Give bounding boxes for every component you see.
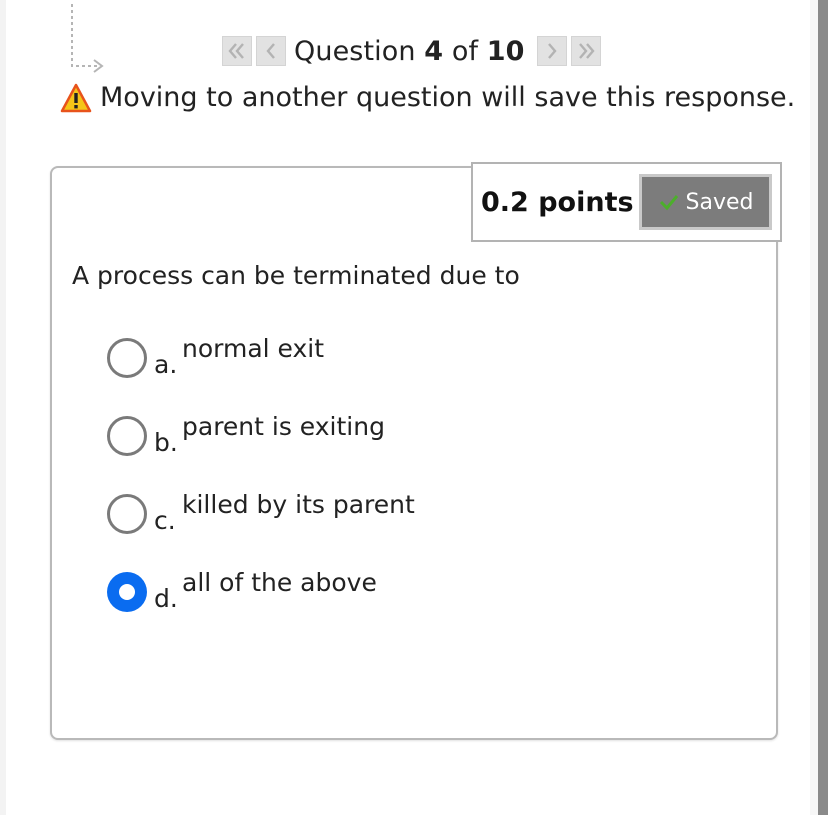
option-b-letter: b. — [154, 428, 178, 457]
saved-status-button[interactable]: Saved — [639, 174, 772, 230]
points-panel: 0.2 points Saved — [471, 162, 782, 242]
option-a[interactable]: a. normal exit — [107, 334, 324, 379]
option-d-label[interactable]: all of the above — [182, 568, 377, 597]
double-chevron-right-icon — [578, 43, 595, 59]
warning-icon — [60, 83, 92, 112]
chevron-right-icon — [547, 43, 557, 59]
option-c-label[interactable]: killed by its parent — [182, 490, 415, 519]
last-question-button[interactable] — [570, 36, 601, 66]
option-a-letter: a. — [154, 350, 178, 379]
option-b-label[interactable]: parent is exiting — [182, 412, 385, 441]
question-navigation: Question 4 of 10 — [222, 34, 601, 68]
question-prefix: Question — [294, 35, 425, 67]
current-question-number: 4 — [424, 35, 444, 67]
option-c-radio[interactable] — [107, 494, 147, 534]
option-a-radio[interactable] — [107, 338, 147, 378]
checkmark-icon — [659, 195, 678, 211]
scroll-track — [810, 0, 818, 815]
option-d-letter: d. — [154, 584, 178, 613]
option-d-radio[interactable] — [107, 572, 147, 612]
first-question-button[interactable] — [222, 36, 252, 66]
points-value: 0.2 points — [481, 186, 634, 218]
question-prompt: A process can be terminated due to — [72, 261, 520, 290]
next-question-button[interactable] — [536, 36, 567, 66]
option-c-letter: c. — [154, 506, 176, 535]
option-d[interactable]: d. all of the above — [107, 568, 377, 613]
option-b[interactable]: b. parent is exiting — [107, 412, 385, 457]
option-a-label[interactable]: normal exit — [182, 334, 324, 363]
total-questions: 10 — [486, 35, 525, 67]
quiz-page: Question 4 of 10 Moving to another quest… — [0, 0, 828, 815]
option-b-radio[interactable] — [107, 416, 147, 456]
double-chevron-left-icon — [228, 43, 244, 59]
previous-question-button[interactable] — [256, 36, 286, 66]
option-c[interactable]: c. killed by its parent — [107, 490, 415, 535]
saved-label: Saved — [685, 189, 754, 215]
question-counter: Question 4 of 10 — [294, 36, 525, 67]
chevron-left-icon — [266, 43, 275, 59]
scrollbar[interactable] — [818, 0, 828, 815]
connector-arrow-icon — [71, 4, 104, 73]
save-warning: Moving to another question will save thi… — [60, 82, 795, 113]
of-label: of — [443, 35, 487, 67]
left-edge — [0, 0, 6, 815]
warning-text: Moving to another question will save thi… — [100, 82, 796, 113]
